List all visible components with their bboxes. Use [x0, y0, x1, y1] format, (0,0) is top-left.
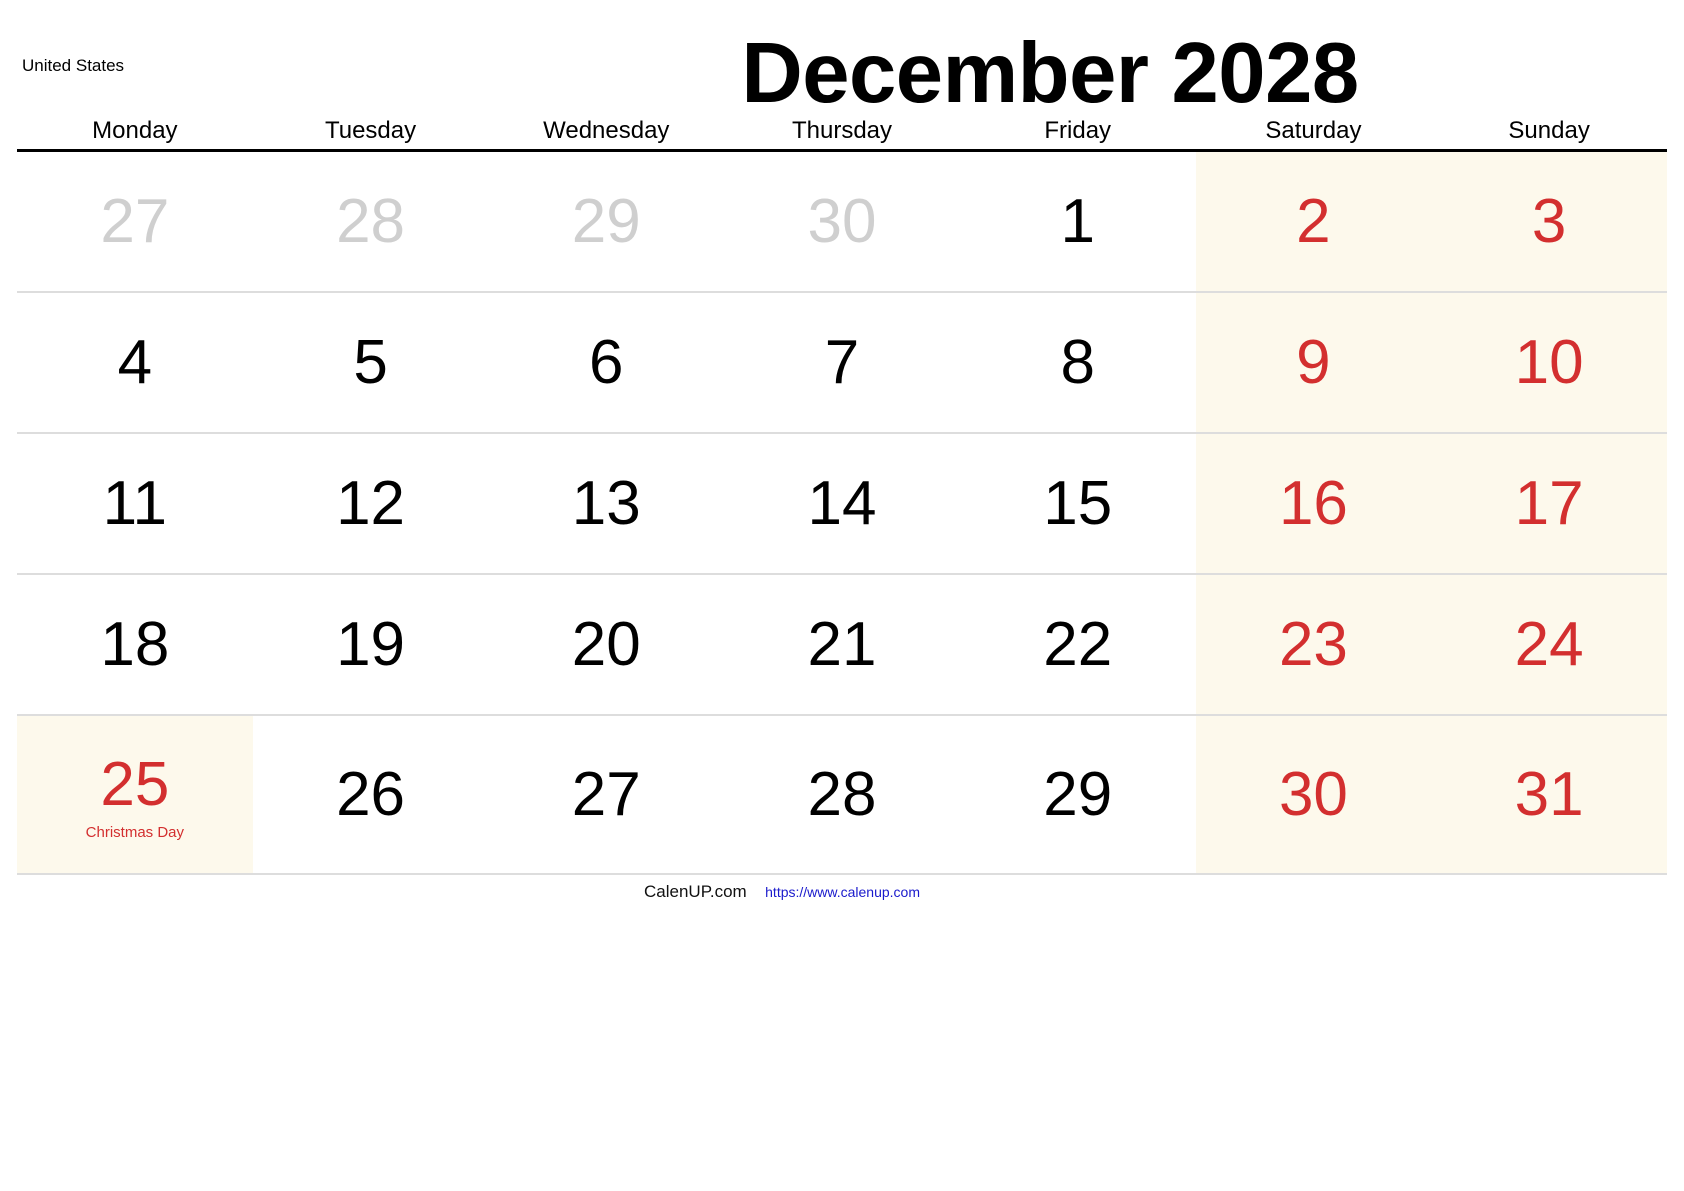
day-cell[interactable]: 29 [488, 152, 724, 291]
day-cell[interactable]: 14 [724, 434, 960, 573]
day-number: 5 [353, 327, 388, 397]
day-number: 1 [1060, 186, 1095, 256]
week-row: 18 19 20 21 22 23 24 [17, 575, 1667, 716]
weekday-header-row: Monday Tuesday Wednesday Thursday Friday… [17, 112, 1667, 152]
day-number: 19 [336, 609, 406, 679]
day-cell[interactable]: 23 [1195, 575, 1432, 714]
day-cell[interactable]: 4 [17, 293, 253, 432]
day-number: 14 [807, 468, 877, 538]
day-cell[interactable]: 3 [1431, 152, 1667, 291]
day-number: 26 [336, 759, 406, 829]
day-cell[interactable]: 27 [17, 152, 253, 291]
day-cell[interactable]: 30 [1195, 716, 1432, 873]
weekday-wednesday: Wednesday [543, 117, 670, 144]
day-cell[interactable]: 18 [17, 575, 253, 714]
day-number: 20 [571, 609, 641, 679]
day-cell[interactable]: 28 [253, 152, 489, 291]
weekday-tuesday: Tuesday [324, 117, 417, 144]
day-cell[interactable]: 20 [488, 575, 724, 714]
day-cell[interactable]: 7 [724, 293, 960, 432]
day-cell[interactable]: 19 [253, 575, 489, 714]
day-cell[interactable]: 1 [960, 152, 1196, 291]
week-row: 4 5 6 7 8 9 10 [17, 293, 1667, 434]
month-title: December 2028 [741, 26, 1359, 121]
day-cell[interactable]: 6 [488, 293, 724, 432]
day-number: 29 [1043, 759, 1113, 829]
day-cell[interactable]: 26 [253, 716, 489, 873]
day-number: 21 [807, 609, 877, 679]
day-cell-holiday[interactable]: 25 Christmas Day [17, 716, 253, 873]
day-number: 29 [571, 186, 641, 256]
day-number: 9 [1296, 327, 1331, 397]
footer-url-link[interactable]: https://www.calenup.com [765, 884, 920, 900]
day-number: 17 [1514, 468, 1584, 538]
day-cell[interactable]: 17 [1431, 434, 1667, 573]
day-number: 3 [1531, 186, 1567, 256]
day-cell[interactable]: 12 [253, 434, 489, 573]
footer-brand: CalenUP.com [644, 882, 747, 901]
weekday-monday: Monday [92, 117, 178, 144]
day-cell[interactable]: 15 [960, 434, 1196, 573]
footer: CalenUP.com https://www.calenup.com [17, 882, 1667, 902]
day-number: 27 [100, 186, 170, 256]
week-row: 25 Christmas Day 26 27 28 29 30 31 [17, 716, 1667, 875]
day-number: 10 [1514, 327, 1584, 397]
weekday-friday: Friday [1044, 117, 1112, 144]
day-number: 6 [589, 327, 624, 397]
day-cell[interactable]: 24 [1431, 575, 1667, 714]
week-row: 27 28 29 30 1 2 3 [17, 152, 1667, 293]
day-number: 11 [102, 468, 168, 538]
day-cell[interactable]: 16 [1195, 434, 1432, 573]
week-row: 11 12 13 14 15 16 17 [17, 434, 1667, 575]
day-cell[interactable]: 28 [724, 716, 960, 873]
day-cell[interactable]: 31 [1431, 716, 1667, 873]
weekday-thursday: Thursday [791, 117, 893, 144]
day-number: 30 [807, 186, 877, 256]
day-number: 13 [571, 468, 641, 538]
day-cell[interactable]: 29 [960, 716, 1196, 873]
day-number: 27 [571, 759, 641, 829]
holiday-label: Christmas Day [85, 823, 185, 841]
day-number: 12 [336, 468, 406, 538]
day-cell[interactable]: 11 [17, 434, 253, 573]
day-number: 30 [1278, 759, 1348, 829]
day-number: 28 [336, 186, 406, 256]
day-number: 28 [807, 759, 877, 829]
day-cell[interactable]: 8 [960, 293, 1196, 432]
day-number: 24 [1514, 609, 1584, 679]
day-number: 25 [100, 749, 170, 819]
weekday-sunday: Sunday [1508, 117, 1590, 144]
weekday-saturday: Saturday [1265, 117, 1362, 144]
day-cell[interactable]: 2 [1195, 152, 1432, 291]
day-number: 31 [1514, 759, 1584, 829]
day-cell[interactable]: 30 [724, 152, 960, 291]
weeks-container: 27 28 29 30 1 2 3 4 5 6 7 8 9 10 11 12 13 14 15 16 17 18 19 20 2… [17, 152, 1667, 875]
day-cell[interactable]: 9 [1195, 293, 1432, 432]
calendar-grid: Monday Tuesday Wednesday Thursday Friday… [17, 112, 1667, 875]
day-cell[interactable]: 21 [724, 575, 960, 714]
day-number: 4 [117, 327, 153, 397]
day-cell[interactable]: 10 [1431, 293, 1667, 432]
country-label: United States [22, 56, 125, 75]
day-cell[interactable]: 22 [960, 575, 1196, 714]
day-cell[interactable]: 5 [253, 293, 489, 432]
day-number: 23 [1278, 609, 1348, 679]
day-number: 18 [100, 609, 170, 679]
day-number: 22 [1043, 609, 1113, 679]
day-cell[interactable]: 13 [488, 434, 724, 573]
day-cell[interactable]: 27 [488, 716, 724, 873]
day-number: 2 [1296, 186, 1331, 256]
day-number: 15 [1043, 468, 1113, 538]
day-number: 16 [1278, 468, 1348, 538]
day-number: 7 [824, 327, 860, 397]
day-number: 8 [1060, 327, 1095, 397]
